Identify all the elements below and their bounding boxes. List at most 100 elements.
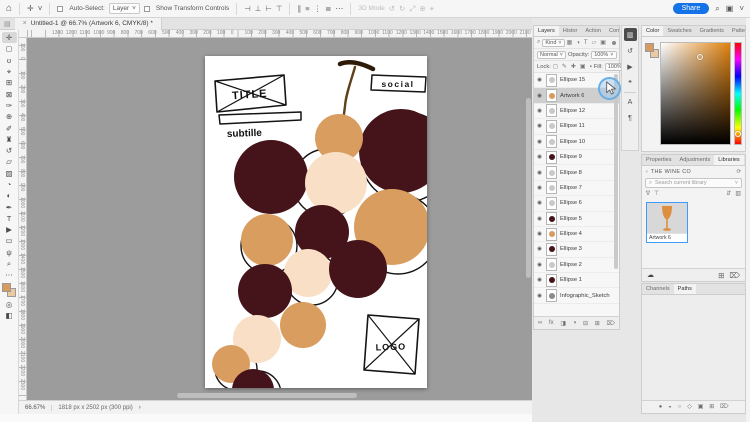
visibility-eye-icon[interactable]: ◉	[536, 123, 543, 129]
color-swatch-control[interactable]	[2, 283, 16, 297]
visibility-eye-icon[interactable]: ◉	[536, 277, 543, 283]
layer-row[interactable]: ◉Ellipse 11	[534, 119, 619, 134]
horizontal-scrollbar[interactable]	[177, 393, 357, 398]
tab-swatches[interactable]: Swatches	[663, 26, 695, 37]
layer-row[interactable]: ◉Ellipse 8	[534, 165, 619, 180]
hue-picker-ring[interactable]	[735, 131, 741, 137]
grape-circle-maroon[interactable]	[359, 109, 427, 193]
filter-type-icon[interactable]: ⊤	[654, 190, 659, 197]
canvas-area[interactable]: TITLE subtille social LOGO	[27, 38, 532, 400]
adjustment-layer-icon[interactable]: ◑	[573, 320, 577, 326]
home-3d-icon[interactable]: ⌖	[430, 4, 434, 14]
new-path-from-selection-icon[interactable]: ▣	[698, 404, 703, 410]
grape-circle-maroon[interactable]	[329, 240, 387, 298]
type-tool[interactable]: T	[2, 213, 17, 224]
cloud-sync-icon[interactable]: ☁	[647, 271, 654, 279]
device-preview-panel-icon[interactable]: ▥	[624, 28, 637, 41]
dodge-tool[interactable]: ◐	[2, 190, 17, 201]
vertical-scrollbar[interactable]	[526, 98, 531, 278]
home-icon[interactable]: ⌂	[6, 4, 12, 14]
rotate-ccw-icon[interactable]: ↺	[389, 4, 395, 13]
library-item-card[interactable]: Artwork 6	[646, 202, 688, 243]
tab-histor[interactable]: Histor	[559, 26, 582, 37]
tab-properties[interactable]: Properties	[642, 155, 676, 166]
grape-circle-maroon[interactable]	[234, 140, 308, 214]
distribute-left-icon[interactable]: ⋮	[314, 4, 322, 13]
history-panel-icon[interactable]: ↺	[624, 44, 637, 57]
layer-row[interactable]: ◉Ellipse 10	[534, 135, 619, 150]
layer-effects-icon[interactable]: fx	[549, 320, 554, 326]
add-mask-icon[interactable]: ◨	[560, 320, 566, 327]
quick-mask-button[interactable]: ◎	[2, 299, 17, 310]
workspace-chevron-icon[interactable]: ˅	[739, 5, 744, 13]
pen-tool[interactable]: ✒	[2, 201, 17, 212]
library-sync-icon[interactable]: ⟳	[736, 169, 741, 175]
tab-color[interactable]: Color	[642, 26, 663, 37]
grape-circle-maroon[interactable]	[238, 264, 292, 318]
view-grid-icon[interactable]: ▥	[735, 190, 741, 197]
back-icon[interactable]: ‹	[646, 169, 648, 175]
hand-tool[interactable]: ψ	[2, 247, 17, 258]
artboard[interactable]: TITLE subtille social LOGO	[205, 56, 427, 388]
visibility-eye-icon[interactable]: ◉	[536, 262, 543, 268]
character-panel-icon[interactable]: A	[624, 96, 637, 109]
layer-row[interactable]: ◉Ellipse 4	[534, 227, 619, 242]
new-group-icon[interactable]: ⊟	[583, 320, 588, 327]
show-transform-checkbox[interactable]	[144, 6, 150, 12]
tool-preset-chevron-icon[interactable]: ˅	[38, 5, 43, 13]
auto-select-target-dropdown[interactable]: Layer ˅	[109, 3, 140, 14]
tab-paths[interactable]: Paths	[674, 284, 696, 295]
align-right-icon[interactable]: ⊢	[265, 4, 272, 13]
visibility-eye-icon[interactable]: ◉	[536, 246, 543, 252]
delete-path-icon[interactable]: ⌦	[720, 404, 728, 410]
actions-panel-icon[interactable]: ▶	[624, 60, 637, 73]
tab-overflow-icon[interactable]: ▤	[0, 20, 15, 28]
move-tool-icon[interactable]: ✛	[27, 5, 34, 13]
tab-libraries[interactable]: Libraries	[714, 155, 743, 166]
grape-circle-tan[interactable]	[241, 214, 293, 266]
tab-comm[interactable]: Comm	[605, 26, 619, 37]
align-top-icon[interactable]: ⊤	[276, 4, 283, 13]
zoom-level[interactable]: 66.67%	[25, 405, 45, 411]
new-path-icon[interactable]: ⊞	[709, 404, 714, 410]
filter-pixel-layers-icon[interactable]: ▦	[567, 39, 573, 46]
layer-row[interactable]: ◉Ellipse 1	[534, 273, 619, 288]
status-chevron-icon[interactable]: ›	[139, 405, 141, 411]
lasso-tool[interactable]: ʊ	[2, 55, 17, 66]
filter-shape-layers-icon[interactable]: ▱	[592, 39, 597, 46]
grape-circle-tan[interactable]	[280, 302, 326, 348]
tab-gradients[interactable]: Gradients	[696, 26, 728, 37]
document-tab[interactable]: × Untitled-1 @ 66.7% (Artwork 6, CMYK/8)…	[15, 18, 162, 30]
layers-scrollbar[interactable]	[614, 74, 618, 269]
opacity-dropdown[interactable]: 100% ˅	[591, 51, 616, 59]
sort-icon[interactable]: ⇵	[726, 190, 731, 197]
visibility-eye-icon[interactable]: ◉	[536, 216, 543, 222]
comments-panel-icon[interactable]: ❝	[624, 76, 637, 89]
visibility-eye-icon[interactable]: ◉	[536, 170, 543, 176]
orbit-3d-icon[interactable]: ⊕	[419, 4, 425, 13]
tab-layers[interactable]: Layers	[534, 26, 559, 37]
filter-type-layers-icon[interactable]: T	[584, 40, 588, 46]
color-picker-ring[interactable]	[697, 54, 703, 60]
foreground-color-swatch[interactable]	[645, 43, 654, 52]
drag-3d-icon[interactable]: ⤢	[409, 4, 415, 14]
stroke-path-icon[interactable]: ◒	[668, 404, 672, 410]
filter-smart-objects-icon[interactable]: ▣	[600, 39, 606, 46]
path-selection-tool[interactable]: ▶	[2, 224, 17, 235]
delete-library-item-icon[interactable]: ⌦	[729, 271, 740, 280]
workspace-switcher-icon[interactable]: ▣	[726, 5, 734, 13]
layer-row[interactable]: ◉Ellipse 6	[534, 196, 619, 211]
delete-layer-icon[interactable]: ⌦	[606, 320, 614, 327]
visibility-eye-icon[interactable]: ◉	[536, 200, 543, 206]
hue-slider[interactable]	[734, 42, 742, 145]
search-icon[interactable]: ⌕	[715, 5, 719, 13]
align-left-icon[interactable]: ⊣	[244, 4, 251, 13]
lock-position-icon[interactable]: ✚	[571, 63, 576, 70]
new-layer-icon[interactable]: ⊞	[595, 320, 600, 327]
tab-adjustments[interactable]: Adjustments	[676, 155, 715, 166]
clone-stamp-tool[interactable]: ♜	[2, 134, 17, 145]
align-center-icon[interactable]: ⊥	[255, 4, 262, 13]
distribute-horizontal-icon[interactable]: ∥	[297, 4, 301, 13]
lock-transparency-icon[interactable]: ◻	[553, 63, 558, 70]
rotate-cw-icon[interactable]: ↻	[399, 4, 405, 13]
